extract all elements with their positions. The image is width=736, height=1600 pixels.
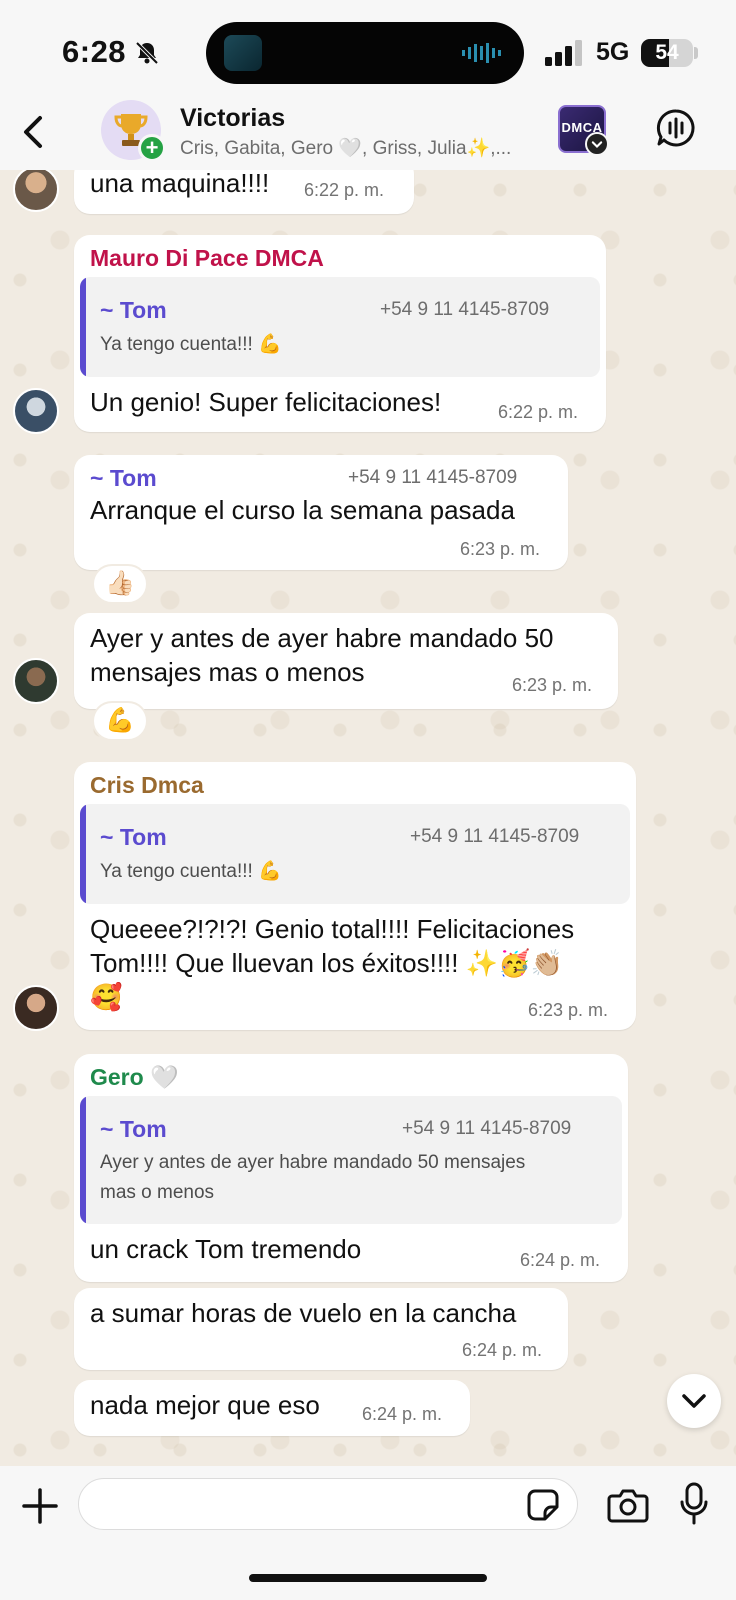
message-bubble[interactable]: una maquina!!!! 6:22 p. m. xyxy=(74,170,414,214)
chat-area[interactable]: una maquina!!!! 6:22 p. m. Mauro Di Pace… xyxy=(0,170,736,1466)
voice-chat-button[interactable] xyxy=(656,108,696,148)
message-time: 6:24 p. m. xyxy=(520,1250,601,1270)
sender-name[interactable]: Gero 🤍 xyxy=(90,1064,179,1091)
status-time: 6:28 xyxy=(62,34,127,69)
quoted-message[interactable]: ~ Tom +54 9 11 4145-8709 Ya tengo cuenta… xyxy=(80,277,600,377)
message-time: 6:22 p. m. xyxy=(304,180,385,200)
quote-text: Ya tengo cuenta!!! 💪 xyxy=(100,861,282,882)
battery-tip xyxy=(694,47,698,59)
back-button[interactable] xyxy=(18,112,48,152)
sender-name[interactable]: Mauro Di Pace DMCA xyxy=(90,245,324,272)
quote-author: ~ Tom xyxy=(100,1116,167,1142)
signal-icon xyxy=(545,40,582,66)
bell-off-icon xyxy=(135,41,159,65)
message-text: Arranque el curso la semana pasada xyxy=(90,495,515,525)
camera-button[interactable] xyxy=(607,1486,649,1524)
quote-text: Ayer y antes de ayer habre mandado 50 me… xyxy=(100,1152,526,1173)
message-text: Tom!!!! Que lluevan los éxitos!!!! ✨🥳👏🏼 xyxy=(90,948,563,978)
sender-phone: +54 9 11 4145-8709 xyxy=(348,467,518,488)
microphone-button[interactable] xyxy=(680,1482,708,1526)
quote-phone: +54 9 11 4145-8709 xyxy=(410,826,580,847)
message-time: 6:22 p. m. xyxy=(498,402,579,422)
chat-header: + Victorias Cris, Gabita, Gero 🤍, Griss,… xyxy=(0,100,736,170)
message-input[interactable] xyxy=(78,1478,578,1530)
message-bubble[interactable]: a sumar horas de vuelo en la cancha 6:24… xyxy=(74,1288,568,1370)
chevron-down-icon xyxy=(585,132,609,156)
quote-accent-bar xyxy=(80,277,86,377)
message-text: nada mejor que eso xyxy=(90,1390,320,1420)
input-bar xyxy=(0,1466,736,1600)
message-bubble[interactable]: Gero 🤍 ~ Tom +54 9 11 4145-8709 Ayer y a… xyxy=(74,1054,628,1282)
message-bubble[interactable]: ~ Tom +54 9 11 4145-8709 Arranque el cur… xyxy=(74,455,568,570)
group-members[interactable]: Cris, Gabita, Gero 🤍, Griss, Julia✨,... xyxy=(180,136,550,160)
quote-phone: +54 9 11 4145-8709 xyxy=(380,299,550,320)
message-text: a sumar horas de vuelo en la cancha xyxy=(90,1298,517,1328)
scroll-to-bottom-button[interactable] xyxy=(667,1374,721,1428)
now-playing-thumbnail xyxy=(224,35,262,71)
avatar[interactable] xyxy=(13,388,59,434)
message-text: Un genio! Super felicitaciones! xyxy=(90,387,442,417)
sender-name[interactable]: Cris Dmca xyxy=(90,772,204,799)
group-name[interactable]: Victorias xyxy=(180,104,285,133)
message-time: 6:23 p. m. xyxy=(460,539,541,559)
chevron-down-icon xyxy=(682,1394,706,1408)
quote-accent-bar xyxy=(80,1096,86,1224)
attach-button[interactable] xyxy=(20,1486,60,1526)
message-bubble[interactable]: Cris Dmca ~ Tom +54 9 11 4145-8709 Ya te… xyxy=(74,762,636,1030)
home-indicator[interactable] xyxy=(249,1574,487,1582)
message-text: una maquina!!!! xyxy=(90,170,270,198)
message-time: 6:24 p. m. xyxy=(462,1340,543,1360)
avatar[interactable] xyxy=(13,658,59,704)
battery-level: 54 xyxy=(655,41,679,64)
dynamic-island xyxy=(206,22,524,84)
reaction-badge[interactable]: 👍🏻 xyxy=(92,564,148,604)
quote-phone: +54 9 11 4145-8709 xyxy=(402,1118,572,1139)
battery-icon: 54 xyxy=(641,39,693,67)
message-text: un crack Tom tremendo xyxy=(90,1234,362,1264)
quote-text: Ya tengo cuenta!!! 💪 xyxy=(100,334,282,355)
message-time: 6:23 p. m. xyxy=(512,675,593,695)
quoted-message[interactable]: ~ Tom +54 9 11 4145-8709 Ayer y antes de… xyxy=(80,1096,622,1224)
quote-author: ~ Tom xyxy=(100,824,167,850)
avatar[interactable] xyxy=(13,985,59,1031)
message-text: Queeee?!?!?! Genio total!!!! Felicitacio… xyxy=(90,914,575,944)
message-bubble[interactable]: Mauro Di Pace DMCA ~ Tom +54 9 11 4145-8… xyxy=(74,235,606,432)
message-bubble[interactable]: nada mejor que eso 6:24 p. m. xyxy=(74,1380,470,1436)
message-time: 6:23 p. m. xyxy=(528,1000,609,1020)
quote-author: ~ Tom xyxy=(100,297,167,323)
status-bar: 6:28 5G 54 xyxy=(0,0,736,100)
avatar[interactable] xyxy=(13,170,59,212)
quote-accent-bar xyxy=(80,804,86,904)
network-type: 5G xyxy=(596,38,630,66)
message-text: 🥰 xyxy=(90,982,123,1012)
sticker-button[interactable] xyxy=(526,1488,560,1522)
quoted-message[interactable]: ~ Tom +54 9 11 4145-8709 Ya tengo cuenta… xyxy=(80,804,630,904)
reaction-badge[interactable]: 💪 xyxy=(92,701,148,741)
add-participant-icon[interactable]: + xyxy=(138,134,166,162)
message-text: Ayer y antes de ayer habre mandado 50 xyxy=(90,623,554,653)
sender-name[interactable]: ~ Tom xyxy=(90,465,157,492)
quote-text: mas o menos xyxy=(100,1182,215,1203)
audio-wave-icon xyxy=(462,43,501,63)
message-bubble[interactable]: Ayer y antes de ayer habre mandado 50 me… xyxy=(74,613,618,709)
message-text: mensajes mas o menos xyxy=(90,657,365,687)
message-time: 6:24 p. m. xyxy=(362,1404,443,1424)
